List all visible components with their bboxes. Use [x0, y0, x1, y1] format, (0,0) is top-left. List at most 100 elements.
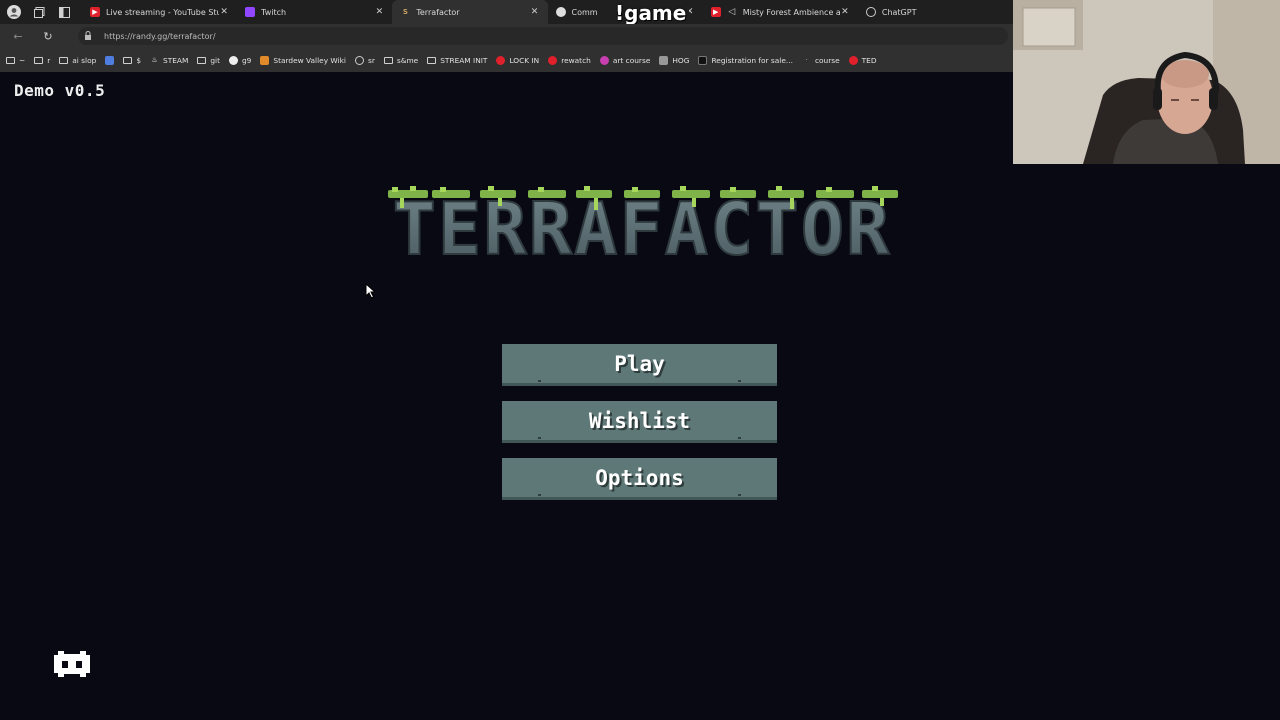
- bookmark-item[interactable]: [105, 55, 115, 65]
- profile-icon[interactable]: [6, 3, 22, 21]
- bookmark-item[interactable]: s&me: [383, 55, 419, 65]
- tab-chatgpt[interactable]: ChatGPT: [858, 0, 1013, 24]
- tab-label: Terrafactor: [416, 7, 460, 17]
- url-text: https://randy.gg/terrafactor/: [104, 31, 216, 41]
- chatgpt-icon: [865, 7, 876, 17]
- folder-icon: [59, 56, 69, 64]
- bookmark-item[interactable]: LOCK IN: [496, 55, 540, 65]
- bookmark-label: HOG: [672, 55, 690, 65]
- youtube-icon: [548, 55, 558, 65]
- bookmark-item[interactable]: Registration for sale...: [698, 55, 793, 65]
- stream-background: [1013, 164, 1280, 720]
- bookmark-label: STREAM INIT: [440, 55, 488, 65]
- webcam-feed: [1013, 0, 1280, 164]
- bookmark-item[interactable]: g9: [228, 55, 252, 65]
- web-icon: [354, 55, 364, 65]
- version-label: Demo v0.5: [14, 81, 106, 100]
- bookmark-item[interactable]: rewatch: [548, 55, 591, 65]
- bookmark-label: Registration for sale...: [711, 55, 793, 65]
- folder-icon: [123, 56, 133, 64]
- bookmark-label: Stardew Valley Wiki: [273, 55, 346, 65]
- close-icon[interactable]: ✕: [840, 7, 850, 17]
- tab-label: Twitch: [261, 7, 287, 17]
- youtube-studio-icon: ▶: [90, 7, 100, 17]
- twitch-icon: [245, 7, 256, 17]
- bookmark-label: TED: [861, 55, 877, 65]
- bookmark-item[interactable]: art course: [599, 55, 651, 65]
- speaker-icon[interactable]: ◁: [727, 7, 737, 17]
- logo-text: TERRAFACTOR: [393, 187, 892, 269]
- bookmark-label: rewatch: [561, 55, 591, 65]
- steam-icon: ♨: [151, 56, 158, 64]
- browser-tab-bar: ▶ Live streaming - YouTube Studio ✕ Twit…: [0, 0, 1013, 24]
- bookmark-label: g9: [241, 55, 252, 65]
- tab-label: Misty Forest Ambience and R: [742, 7, 840, 17]
- bookmark-label: r: [47, 55, 51, 65]
- bookmark-item[interactable]: ♨ STEAM: [150, 56, 188, 65]
- close-icon[interactable]: ✕: [374, 7, 384, 17]
- close-icon[interactable]: ✕: [219, 7, 229, 17]
- bookmark-label: LOCK IN: [509, 55, 540, 65]
- bookmark-label: sr: [367, 55, 375, 65]
- play-button[interactable]: Play: [502, 344, 777, 386]
- streamer-webcam-image: [1013, 0, 1280, 164]
- bookmark-item[interactable]: r: [34, 56, 50, 65]
- bookmark-label: STEAM: [163, 55, 189, 65]
- bookmark-label: $: [136, 55, 142, 65]
- game-canvas[interactable]: Demo v0.5 TERRAFACTOR Play Wishlist Opti…: [0, 72, 1013, 720]
- bookmark-label: ai slop: [72, 55, 97, 65]
- bookmark-item[interactable]: · course: [802, 55, 840, 65]
- terrafactor-icon: S: [402, 8, 408, 16]
- back-icon[interactable]: ←: [8, 26, 28, 46]
- bookmark-item[interactable]: HOG: [659, 55, 690, 65]
- tab-label: ChatGPT: [881, 7, 917, 17]
- bookmark-item[interactable]: ai slop: [59, 56, 96, 65]
- stardew-icon: [260, 55, 270, 65]
- bookmark-item[interactable]: STREAM INIT: [427, 56, 487, 65]
- bookmark-item[interactable]: Stardew Valley Wiki: [260, 55, 346, 65]
- tab-twitch[interactable]: Twitch ✕: [237, 0, 392, 24]
- options-button[interactable]: Options: [502, 458, 777, 500]
- bookmarks-bar: ~ r ai slop $ ♨ STEAM git g9 Stardew Vall…: [0, 48, 1013, 72]
- github-icon: [228, 55, 238, 65]
- stream-overlay-command: !game: [612, 0, 690, 26]
- address-bar: ← ↻ https://randy.gg/terrafactor/: [0, 24, 1013, 48]
- site-info-icon[interactable]: [84, 30, 96, 42]
- bookmark-label: ~: [19, 55, 26, 65]
- calendar-icon: [105, 55, 115, 65]
- youtube-icon: [496, 55, 506, 65]
- bookmark-item[interactable]: $: [123, 56, 141, 65]
- bookmark-item[interactable]: sr: [354, 55, 375, 65]
- game-logo: TERRAFACTOR: [388, 186, 898, 269]
- bookmark-item[interactable]: git: [197, 56, 220, 65]
- workspaces-icon[interactable]: [31, 3, 47, 21]
- art-icon: [599, 55, 609, 65]
- reload-icon[interactable]: ↻: [38, 26, 58, 46]
- folder-icon: [34, 56, 44, 64]
- tab-label: Live streaming - YouTube Studio: [106, 7, 220, 17]
- tab-misty-forest[interactable]: ▶ ◁ Misty Forest Ambience and R ✕: [703, 0, 858, 24]
- wishlist-button[interactable]: Wishlist: [502, 401, 777, 443]
- tab-youtube-studio[interactable]: ▶ Live streaming - YouTube Studio ✕: [82, 0, 237, 24]
- close-icon[interactable]: ✕: [530, 7, 540, 17]
- folder-icon: [6, 56, 15, 64]
- registration-icon: [698, 55, 708, 65]
- folder-icon: [383, 56, 393, 64]
- dot-icon: ·: [805, 56, 808, 64]
- bookmark-item[interactable]: ~: [6, 56, 25, 65]
- bookmark-item[interactable]: TED: [848, 55, 877, 65]
- youtube-icon: ▶: [710, 7, 721, 17]
- tab-actions-icon[interactable]: [57, 3, 73, 21]
- bookmark-label: s&me: [396, 55, 419, 65]
- mouse-cursor-icon: [365, 283, 377, 299]
- youtube-icon: [848, 55, 858, 65]
- tab-terrafactor[interactable]: S Terrafactor ✕: [392, 0, 548, 24]
- url-field[interactable]: https://randy.gg/terrafactor/: [78, 27, 1008, 45]
- discord-icon[interactable]: [50, 647, 94, 681]
- folder-icon: [197, 56, 207, 64]
- bookmark-label: art course: [612, 55, 651, 65]
- folder-icon: [427, 56, 437, 64]
- bookmark-label: git: [210, 55, 220, 65]
- hog-icon: [659, 55, 669, 65]
- bookmark-label: course: [814, 55, 840, 65]
